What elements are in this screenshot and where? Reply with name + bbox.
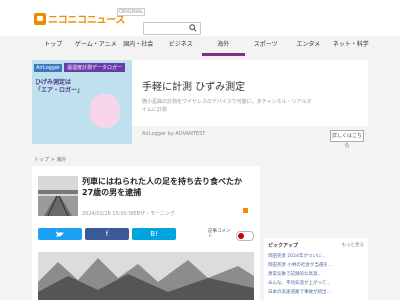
nav-item-top[interactable]: トップ: [32, 38, 75, 56]
ad-banner-label: 温湿度計測データロガー: [64, 63, 126, 72]
breadcrumb-separator: >: [50, 157, 55, 163]
article-meta: 2024/02/26 15:00 WEBザ・モーニング: [82, 210, 175, 217]
site-header: ニコニコニュース ORIGINAL: [0, 0, 400, 36]
search-box[interactable]: [143, 22, 201, 35]
sheep-illustration-icon: [90, 94, 120, 128]
sidebar-item[interactable]: みんな、平均気温が上がって...: [268, 279, 364, 288]
share-bar: f B!: [38, 228, 176, 240]
ad-sponsor: AirLogger by ADVANTEST: [142, 131, 206, 137]
ad-title[interactable]: 手軽に計測 ひずみ測定: [142, 78, 245, 93]
search-icon[interactable]: [189, 24, 197, 32]
sidebar-item[interactable]: 日本の高速道路で事故が続出...: [268, 288, 364, 297]
toggle-knob: [238, 233, 244, 239]
sidebar-heading: ピックアップ: [268, 243, 299, 249]
site-logo[interactable]: ニコニコニュース ORIGINAL: [34, 8, 146, 26]
article-thumbnail: [38, 176, 78, 216]
category-nav: トップ ゲーム・アニメ 国内・社会 ビジネス 海外 スポーツ エンタメ ネット・…: [32, 38, 372, 56]
hatena-share-label: B!: [150, 230, 158, 238]
article-source[interactable]: WEBザ・モーニング: [128, 211, 175, 217]
ad-description: 微小歪曲の計測をワイヤレスのデバイスで可能に。多チャンネル・リアルタイムに計測: [142, 99, 312, 113]
nav-item-overseas[interactable]: 海外: [202, 38, 245, 56]
facebook-share-button[interactable]: f: [85, 228, 129, 240]
ad-image[interactable]: AirLogger 温湿度計測データロガー ひげみ測定は 「エア・ロガー」: [32, 60, 132, 144]
ad-learn-more-button[interactable]: 詳しくはこちら: [330, 130, 364, 149]
twitter-share-button[interactable]: [38, 228, 82, 240]
logo-tag: ORIGINAL: [117, 8, 146, 16]
nav-item-net-science[interactable]: ネット・科学: [330, 38, 373, 56]
logo-mark-icon: [34, 12, 46, 25]
twitter-icon: [56, 230, 64, 237]
comment-toggle[interactable]: [236, 231, 254, 241]
search-input[interactable]: [146, 23, 186, 34]
facebook-share-label: f: [105, 230, 109, 238]
nav-item-game-anime[interactable]: ゲーム・アニメ: [75, 38, 118, 56]
ad-image-text: ひげみ測定は 「エア・ロガー」: [35, 79, 84, 94]
ad-brand-label: AirLogger: [34, 64, 63, 72]
article-date: 2024/02/26 15:00: [82, 211, 127, 217]
sidebar-item[interactable]: 異常気象で記録的な高温...: [268, 270, 364, 279]
breadcrumb: トップ > 海外: [34, 156, 66, 163]
article-card: 列車にはねられた人の足を持ち去り食べたか 27歳の男を逮捕 2024/02/26…: [32, 166, 260, 300]
comment-toggle-label: 記事コメント: [208, 229, 231, 239]
pickup-sidebar: ピックアップ もっと見る 岡田英彦 2024年がついに... 岡田英彦 小林の社…: [264, 238, 368, 300]
ad-footer: AirLogger by ADVANTEST 詳しくはこちら: [132, 126, 368, 149]
nav-item-business[interactable]: ビジネス: [160, 38, 203, 56]
hatena-share-button[interactable]: B!: [132, 228, 176, 240]
nav-item-domestic[interactable]: 国内・社会: [117, 38, 160, 56]
nav-item-entertainment[interactable]: エンタメ: [287, 38, 330, 56]
article-photo: [38, 252, 254, 300]
nav-item-sports[interactable]: スポーツ: [245, 38, 288, 56]
rss-icon[interactable]: [243, 208, 248, 213]
sidebar-item[interactable]: 岡田英彦 2024年がついに...: [268, 252, 364, 261]
trees-image: [38, 252, 254, 300]
sidebar-list: 岡田英彦 2024年がついに... 岡田英彦 小林の社会が当選を... 異常気象…: [268, 252, 364, 297]
article-headline: 列車にはねられた人の足を持ち去り食べたか 27歳の男を逮捕: [82, 177, 250, 197]
sidebar-item[interactable]: 岡田英彦 小林の社会が当選を...: [268, 261, 364, 270]
ad-banner[interactable]: AirLogger 温湿度計測データロガー ひげみ測定は 「エア・ロガー」 手軽…: [32, 60, 368, 149]
breadcrumb-current[interactable]: 海外: [56, 157, 66, 163]
breadcrumb-home[interactable]: トップ: [34, 157, 49, 163]
sidebar-more-link[interactable]: もっと見る: [342, 242, 365, 248]
railway-track-image: [38, 176, 78, 216]
logo-text: ニコニコニュース: [48, 15, 126, 26]
